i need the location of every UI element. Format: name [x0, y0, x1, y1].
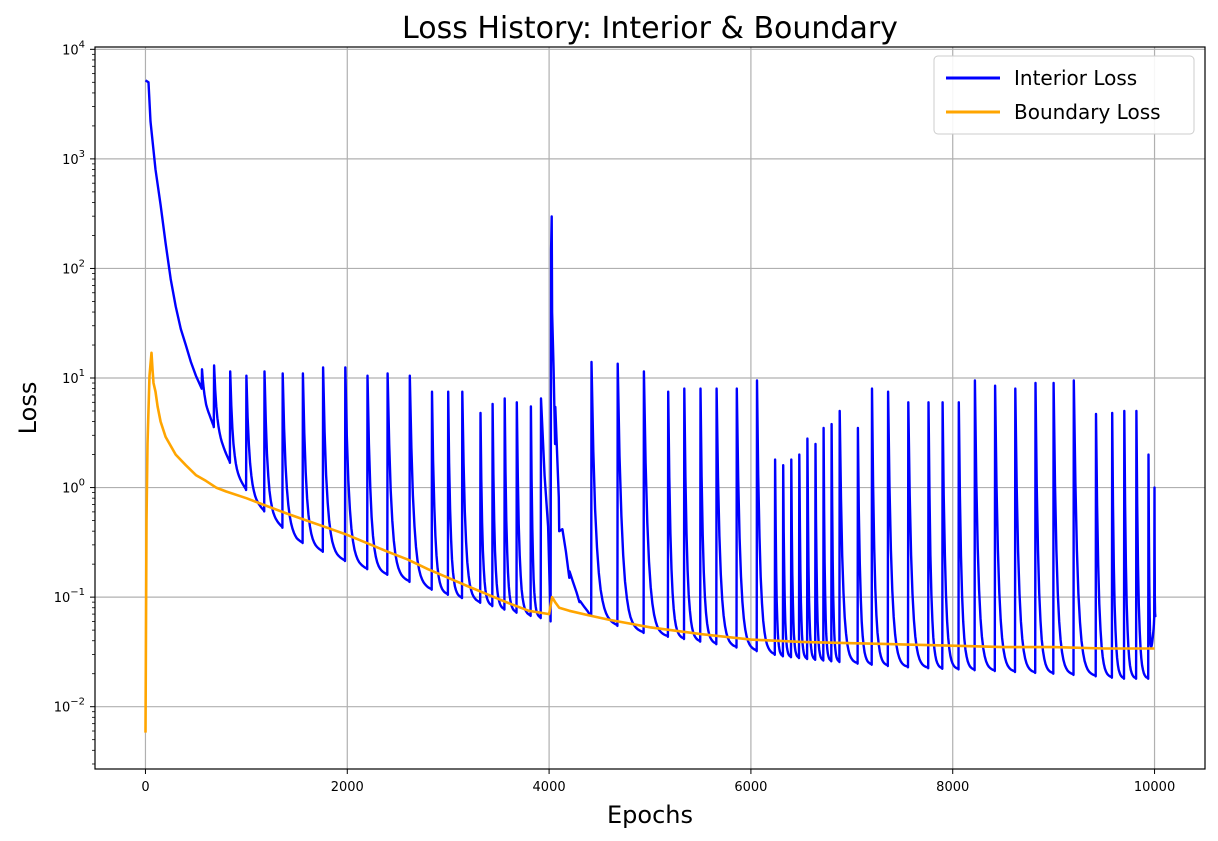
legend: Interior Loss Boundary Loss	[933, 55, 1195, 135]
x-tick-label: 10000	[1134, 780, 1175, 795]
chart-title: Loss History: Interior & Boundary	[402, 11, 898, 46]
x-tick-label: 4000	[533, 780, 566, 795]
y-axis-label: Loss	[14, 382, 42, 435]
legend-label: Interior Loss	[1014, 66, 1137, 90]
x-tick-label: 6000	[734, 780, 767, 795]
legend-label: Boundary Loss	[1014, 100, 1161, 124]
loss-chart: Loss History: Interior & Boundary 0 2000 4…	[0, 0, 1218, 841]
x-axis-label: Epochs	[607, 801, 693, 829]
x-tick-label: 8000	[936, 780, 969, 795]
x-tick-label: 2000	[331, 780, 364, 795]
x-tick-label: 0	[141, 780, 149, 795]
